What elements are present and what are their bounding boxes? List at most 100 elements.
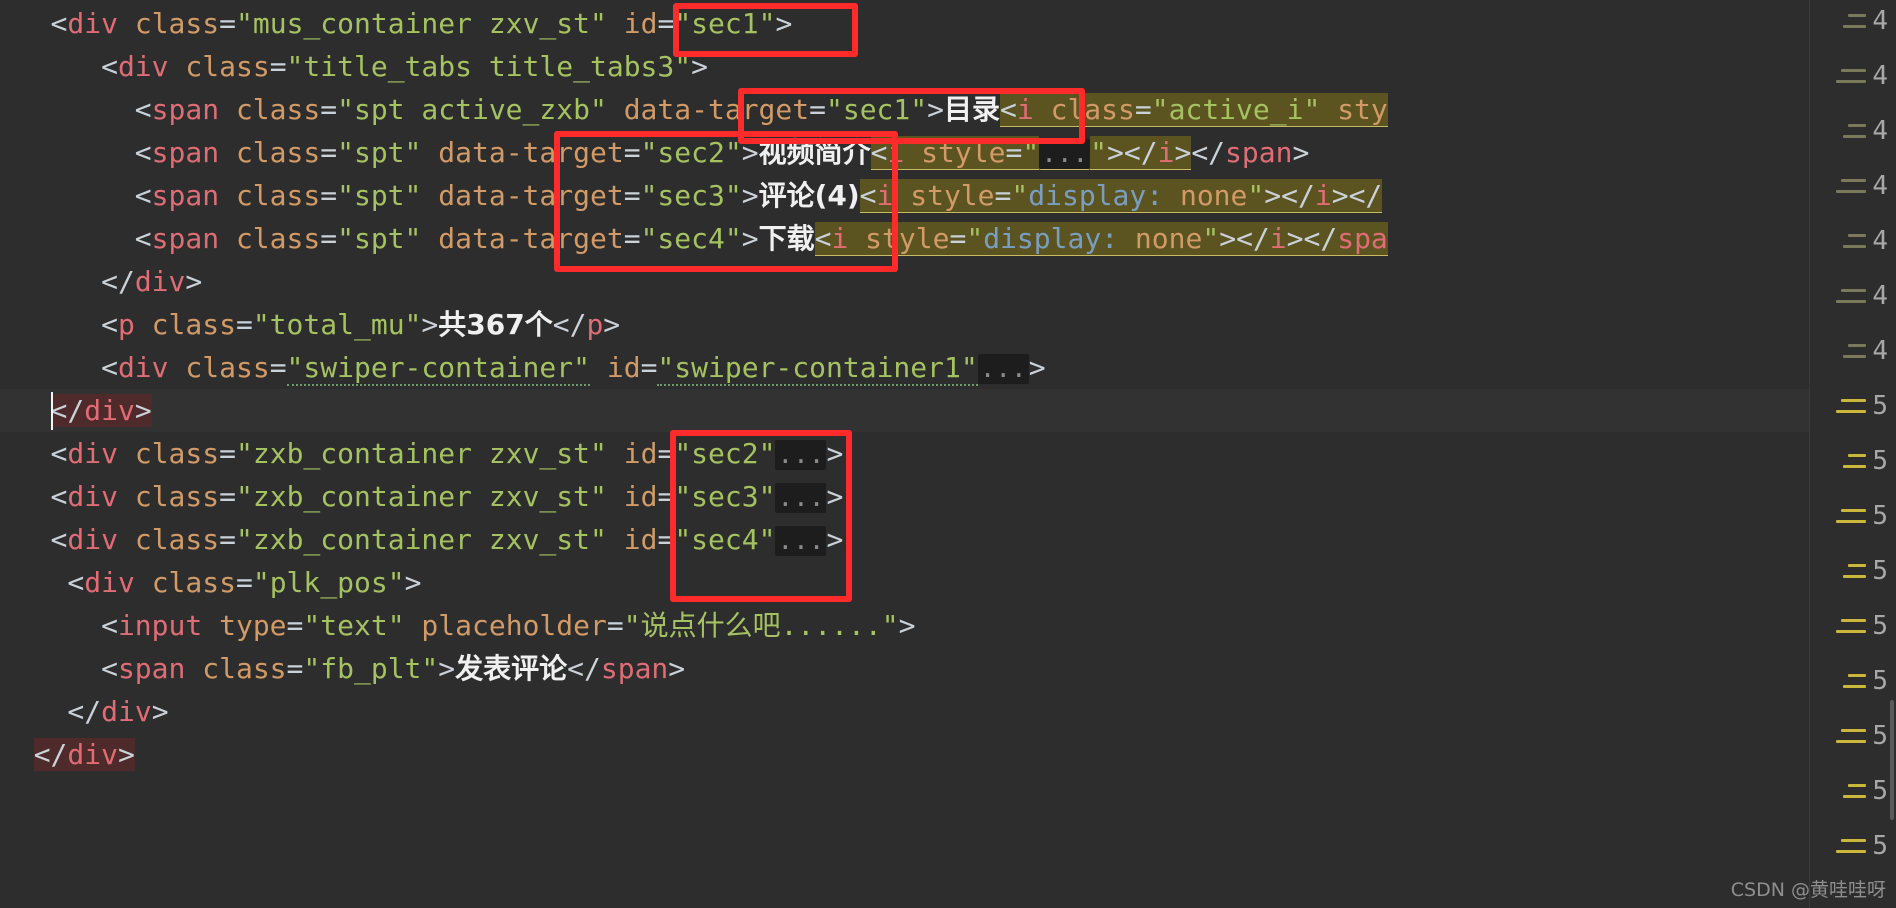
minimap-tick	[1836, 300, 1866, 303]
code-token: <	[1000, 93, 1017, 127]
code-token: "plk_pos"	[252, 566, 405, 599]
code-token: </	[67, 695, 102, 728]
code-line[interactable]: </div>	[0, 389, 1896, 432]
gutter-line-number: 5	[1872, 556, 1888, 586]
code-token: div	[67, 523, 118, 556]
code-line[interactable]: <p class="total_mu">共367个</p>	[0, 303, 1896, 346]
code-line[interactable]: </div>	[0, 690, 1896, 733]
code-token: <	[67, 566, 85, 599]
code-line[interactable]: <span class="spt" data-target="sec4">下载<…	[0, 217, 1896, 260]
vertical-scrollbar-thumb[interactable]	[1890, 700, 1894, 820]
code-token: 下载	[758, 222, 815, 255]
code-token: class	[134, 480, 220, 513]
code-token: "说点什么吧......"	[623, 609, 899, 642]
code-line[interactable]: <div class="mus_container zxv_st" id="se…	[0, 2, 1896, 45]
code-token: 共367个	[438, 308, 553, 341]
code-line[interactable]: <span class="spt" data-target="sec3">评论(…	[0, 174, 1896, 217]
minimap-tick	[1848, 564, 1866, 567]
code-token: 发表评论	[455, 652, 568, 685]
code-token: =	[286, 609, 304, 642]
gutter-line-number: 4	[1872, 116, 1888, 146]
gutter-line-number: 5	[1872, 391, 1888, 421]
code-token	[1033, 93, 1051, 127]
code-token: </	[1303, 222, 1338, 256]
gutter-line-number: 5	[1872, 721, 1888, 751]
code-token: "spt"	[337, 222, 422, 255]
editor-right-gutter[interactable]: 4 4 4 4 4 4 4 5 5 5 5 5 5 5 5 5	[1809, 0, 1896, 908]
code-line[interactable]: <div class="zxb_container zxv_st" id="se…	[0, 475, 1896, 518]
code-token: >	[1331, 179, 1349, 213]
code-token: =	[623, 222, 641, 255]
code-token: div	[117, 351, 169, 384]
code-token: spa	[1337, 222, 1388, 256]
code-token: "zxb_container zxv_st"	[236, 480, 607, 513]
minimap-tick	[1836, 190, 1866, 193]
code-line[interactable]: <div class="zxb_container zxv_st" id="se…	[0, 432, 1896, 475]
gutter-line-number: 4	[1872, 226, 1888, 256]
code-token: =	[657, 523, 675, 556]
code-token: i	[1016, 93, 1034, 127]
gutter-line-number: 5	[1872, 831, 1888, 861]
code-token: >	[775, 7, 793, 40]
code-token: >	[741, 136, 759, 169]
code-token: i	[1314, 179, 1332, 213]
code-line[interactable]: <div class="zxb_container zxv_st" id="se…	[0, 518, 1896, 561]
minimap-tick	[1841, 69, 1866, 72]
minimap-tick	[1841, 289, 1866, 292]
minimap-tick	[1848, 344, 1866, 347]
code-token	[904, 136, 922, 170]
minimap-tick	[1843, 575, 1866, 578]
code-content[interactable]: <div class="mus_container zxv_st" id="se…	[0, 0, 1896, 771]
code-token: "title_tabs title_tabs3"	[286, 50, 692, 83]
minimap-tick	[1843, 685, 1866, 688]
code-line[interactable]: </div>	[0, 260, 1896, 303]
code-line[interactable]: <input type="text" placeholder="说点什么吧...…	[0, 604, 1896, 647]
code-token: ...	[775, 526, 827, 556]
code-line[interactable]: <span class="spt" data-target="sec2">视频简…	[0, 131, 1896, 174]
code-line[interactable]: <span class="fb_plt">发表评论</span>	[0, 647, 1896, 690]
code-token: data-target	[438, 222, 624, 255]
code-token: >	[151, 695, 169, 728]
code-token: >	[1174, 136, 1192, 170]
code-token: =	[809, 93, 826, 126]
code-editor[interactable]: <div class="mus_container zxv_st" id="se…	[0, 0, 1896, 908]
code-token: div	[84, 394, 135, 427]
code-token: i	[1157, 136, 1175, 170]
code-token	[848, 222, 866, 256]
code-token: <	[50, 437, 68, 470]
code-token: span	[117, 652, 186, 685]
code-line[interactable]: </div>	[0, 733, 1896, 771]
code-token: "	[1090, 136, 1108, 170]
code-token: <	[101, 652, 118, 685]
code-token: class	[185, 351, 270, 384]
minimap-tick	[1836, 410, 1866, 413]
gutter-line-number: 4	[1872, 281, 1888, 311]
code-line[interactable]: <span class="spt active_zxb" data-target…	[0, 88, 1896, 131]
code-token: style	[910, 179, 995, 213]
gutter-line-number: 4	[1872, 6, 1888, 36]
code-line[interactable]: <div class="title_tabs title_tabs3">	[0, 45, 1896, 88]
code-line[interactable]: <div class="swiper-container" id="swiper…	[0, 346, 1896, 389]
code-token: placeholder	[421, 609, 607, 642]
code-token: "sec4"	[674, 523, 776, 556]
code-token: class	[134, 437, 220, 470]
code-token: <	[101, 308, 118, 341]
code-token	[1163, 179, 1180, 213]
code-token: </	[1236, 222, 1270, 256]
minimap-tick	[1836, 520, 1866, 523]
code-line[interactable]: <div class="plk_pos">	[0, 561, 1896, 604]
code-token: "sec2"	[640, 136, 742, 169]
code-token: id	[606, 351, 641, 384]
